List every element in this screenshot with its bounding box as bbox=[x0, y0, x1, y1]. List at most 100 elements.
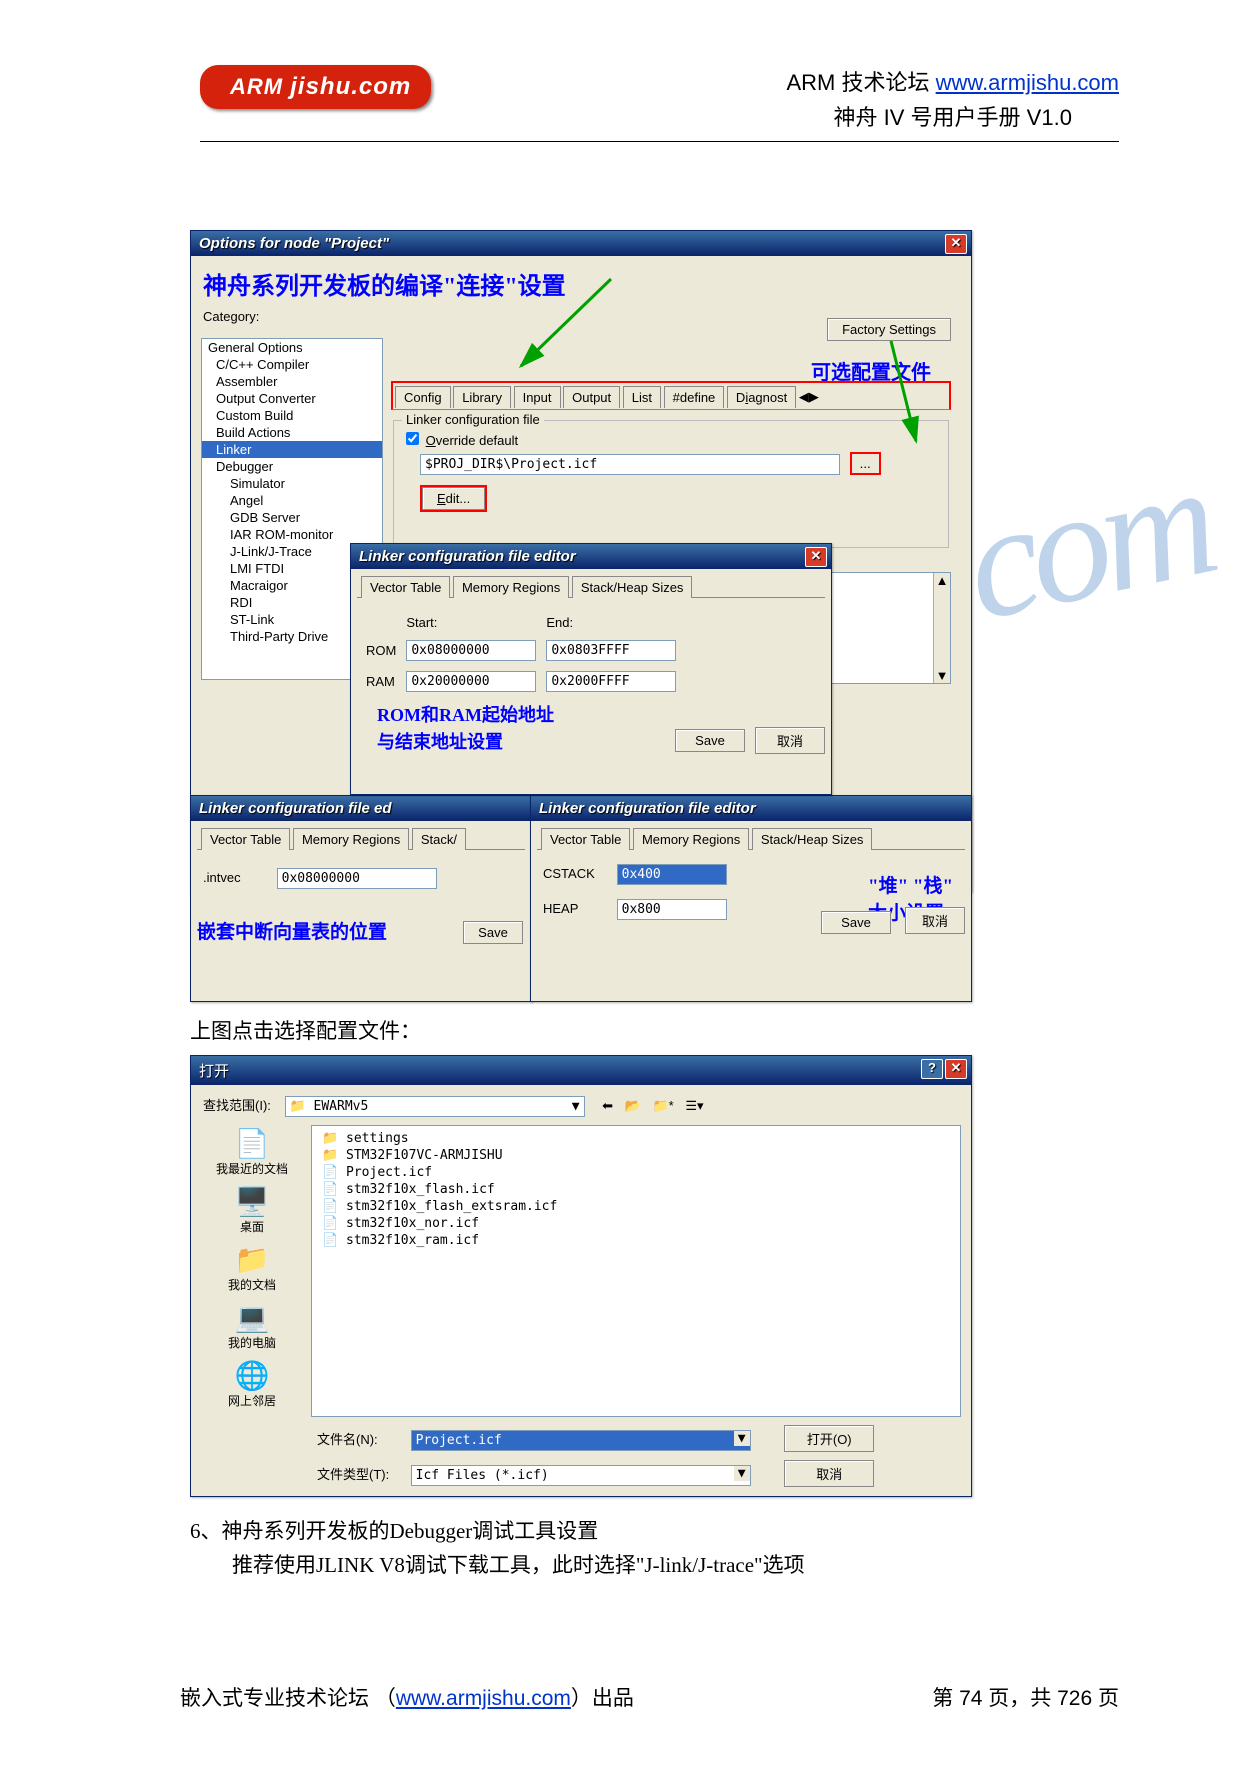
tab-config[interactable]: Config bbox=[395, 386, 451, 408]
rom-end-input[interactable]: 0x0803FFFF bbox=[546, 640, 676, 661]
end-label: End: bbox=[545, 614, 677, 631]
file-list[interactable]: 📁 settings 📁 STM32F107VC-ARMJISHU 📄 Proj… bbox=[311, 1125, 961, 1417]
tab-define[interactable]: #define bbox=[664, 386, 725, 408]
places-computer[interactable]: 💻我的电脑 bbox=[197, 1301, 307, 1351]
file-item[interactable]: 📄 stm32f10x_flash.icf bbox=[316, 1181, 956, 1198]
browse-button[interactable]: ... bbox=[850, 452, 881, 475]
lookin-label: 查找范围(I): bbox=[203, 1098, 271, 1113]
tab-list[interactable]: List bbox=[623, 386, 661, 408]
vec-title-bar: Linker configuration file ed bbox=[191, 796, 531, 821]
page-footer: 嵌入式专业技术论坛 （www.armjishu.com）出品 第 74 页，共 … bbox=[180, 1682, 1119, 1712]
memory-regions-dialog: Linker configuration file editor✕ Vector… bbox=[350, 543, 832, 795]
nav-back-icon[interactable]: ⬅ bbox=[602, 1098, 613, 1113]
close-icon[interactable]: ✕ bbox=[805, 547, 827, 567]
list-item[interactable]: Simulator bbox=[202, 475, 382, 492]
file-item[interactable]: 📄 stm32f10x_ram.icf bbox=[316, 1232, 956, 1249]
lookin-dropdown[interactable]: 📁 EWARMv5 ▼ bbox=[285, 1096, 585, 1117]
save-button[interactable]: Save bbox=[463, 921, 523, 944]
list-item[interactable]: Build Actions bbox=[202, 424, 382, 441]
tab-stack[interactable]: Stack/ bbox=[412, 828, 466, 850]
tab-vector-table[interactable]: Vector Table bbox=[361, 576, 450, 598]
save-button[interactable]: Save bbox=[675, 729, 745, 752]
scrollbar[interactable]: ▲▼ bbox=[933, 573, 950, 683]
places-network[interactable]: 🌐网上邻居 bbox=[197, 1359, 307, 1409]
list-item[interactable]: Output Converter bbox=[202, 390, 382, 407]
vector-table-dialog: Linker configuration file ed Vector Tabl… bbox=[190, 795, 532, 1002]
list-item[interactable]: Angel bbox=[202, 492, 382, 509]
file-item[interactable]: 📁 STM32F107VC-ARMJISHU bbox=[316, 1147, 956, 1164]
places-documents[interactable]: 📁我的文档 bbox=[197, 1243, 307, 1293]
ram-end-input[interactable]: 0x2000FFFF bbox=[546, 671, 676, 692]
cancel-button[interactable]: 取消 bbox=[784, 1460, 874, 1487]
tab-vector-table[interactable]: Vector Table bbox=[541, 828, 630, 850]
caption-select-config: 上图点击选择配置文件： bbox=[190, 1015, 421, 1045]
file-item[interactable]: 📄 stm32f10x_flash_extsram.icf bbox=[316, 1198, 956, 1215]
extra-listbox[interactable]: e) ▲▼ bbox=[819, 572, 951, 684]
edit-button[interactable]: Edit... bbox=[422, 487, 485, 510]
list-item[interactable]: C/C++ Compiler bbox=[202, 356, 382, 373]
view-menu-icon[interactable]: ☰▾ bbox=[685, 1098, 703, 1113]
mem-title-bar: Linker configuration file editor✕ bbox=[351, 544, 831, 569]
start-label: Start: bbox=[405, 614, 537, 631]
section-6-heading: 6、神舟系列开发板的Debugger调试工具设置 bbox=[190, 1515, 805, 1549]
list-item[interactable]: GDB Server bbox=[202, 509, 382, 526]
heap-label: HEAP bbox=[543, 901, 613, 916]
tab-library[interactable]: Library bbox=[453, 386, 511, 408]
tab-row: Config Library Input Output List #define… bbox=[391, 381, 951, 410]
places-recent[interactable]: 📄我最近的文档 bbox=[197, 1127, 307, 1177]
tab-memory-regions[interactable]: Memory Regions bbox=[633, 828, 749, 850]
tab-input[interactable]: Input bbox=[514, 386, 561, 408]
tab-stack-heap[interactable]: Stack/Heap Sizes bbox=[572, 576, 693, 598]
filetype-dropdown[interactable]: Icf Files (*.icf)▼ bbox=[411, 1465, 751, 1486]
groupbox-title: Linker configuration file bbox=[402, 412, 544, 427]
file-item[interactable]: 📄 stm32f10x_nor.icf bbox=[316, 1215, 956, 1232]
heap-input[interactable]: 0x800 bbox=[617, 899, 727, 920]
rom-start-input[interactable]: 0x08000000 bbox=[406, 640, 536, 661]
cancel-button[interactable]: 取消 bbox=[755, 727, 825, 754]
intvec-input[interactable]: 0x08000000 bbox=[277, 868, 437, 889]
close-icon[interactable]: ✕ bbox=[945, 1059, 967, 1079]
icf-path-input[interactable]: $PROJ_DIR$\Project.icf bbox=[420, 454, 840, 475]
tab-stack-heap[interactable]: Stack/Heap Sizes bbox=[752, 828, 873, 850]
places-sidebar: 📄我最近的文档 🖥️桌面 📁我的文档 💻我的电脑 🌐网上邻居 bbox=[197, 1121, 307, 1421]
options-title-bar: Options for node "Project"✕ bbox=[191, 231, 971, 256]
file-item[interactable]: 📁 settings bbox=[316, 1130, 956, 1147]
tab-memory-regions[interactable]: Memory Regions bbox=[453, 576, 569, 598]
close-icon[interactable]: ✕ bbox=[945, 234, 967, 254]
save-button[interactable]: Save bbox=[821, 911, 891, 934]
list-item[interactable]: IAR ROM-monitor bbox=[202, 526, 382, 543]
factory-settings-button[interactable]: Factory Settings bbox=[827, 318, 951, 341]
cancel-button[interactable]: 取消 bbox=[905, 907, 965, 934]
filename-input[interactable]: Project.icf▼ bbox=[411, 1430, 751, 1451]
tab-diagnostics[interactable]: Diagnost bbox=[727, 386, 796, 408]
footer-link[interactable]: www.armjishu.com bbox=[396, 1687, 571, 1710]
list-item[interactable]: General Options bbox=[202, 339, 382, 356]
cstack-label: CSTACK bbox=[543, 866, 613, 881]
forum-link[interactable]: www.armjishu.com bbox=[936, 70, 1119, 95]
new-folder-icon[interactable]: 📁* bbox=[652, 1098, 673, 1113]
override-checkbox[interactable]: Override default bbox=[402, 433, 518, 448]
help-icon[interactable]: ? bbox=[921, 1059, 943, 1079]
tab-memory-regions[interactable]: Memory Regions bbox=[293, 828, 409, 850]
list-item[interactable]: Assembler bbox=[202, 373, 382, 390]
annotation-link-settings: 神舟系列开发板的编译"连接"设置 bbox=[203, 266, 965, 301]
cstack-input[interactable]: 0x400 bbox=[617, 864, 727, 885]
file-item[interactable]: 📄 Project.icf bbox=[316, 1164, 956, 1181]
section-6-line2: 推荐使用JLINK V8调试下载工具，此时选择"J-link/J-trace"选… bbox=[232, 1549, 805, 1583]
tab-vector-table[interactable]: Vector Table bbox=[201, 828, 290, 850]
open-button[interactable]: 打开(O) bbox=[784, 1425, 874, 1452]
annotation-rom-ram-1: ROM和RAM起始地址 bbox=[377, 701, 825, 727]
list-item-selected[interactable]: Linker bbox=[202, 441, 382, 458]
tab-output[interactable]: Output bbox=[563, 386, 620, 408]
ram-start-input[interactable]: 0x20000000 bbox=[406, 671, 536, 692]
logo: ARM jishu.com bbox=[200, 65, 431, 109]
tab-scroll-right[interactable]: ▶ bbox=[809, 389, 819, 404]
filetype-label: 文件类型(T): bbox=[317, 1464, 407, 1483]
list-item[interactable]: Debugger bbox=[202, 458, 382, 475]
nav-up-icon[interactable]: 📂 bbox=[625, 1098, 641, 1113]
tab-scroll-left[interactable]: ◀ bbox=[799, 389, 809, 404]
places-desktop[interactable]: 🖥️桌面 bbox=[197, 1185, 307, 1235]
page-header: ARM jishu.com ARM 技术论坛 www.armjishu.com … bbox=[200, 65, 1119, 142]
intvec-label: .intvec bbox=[203, 870, 273, 885]
list-item[interactable]: Custom Build bbox=[202, 407, 382, 424]
